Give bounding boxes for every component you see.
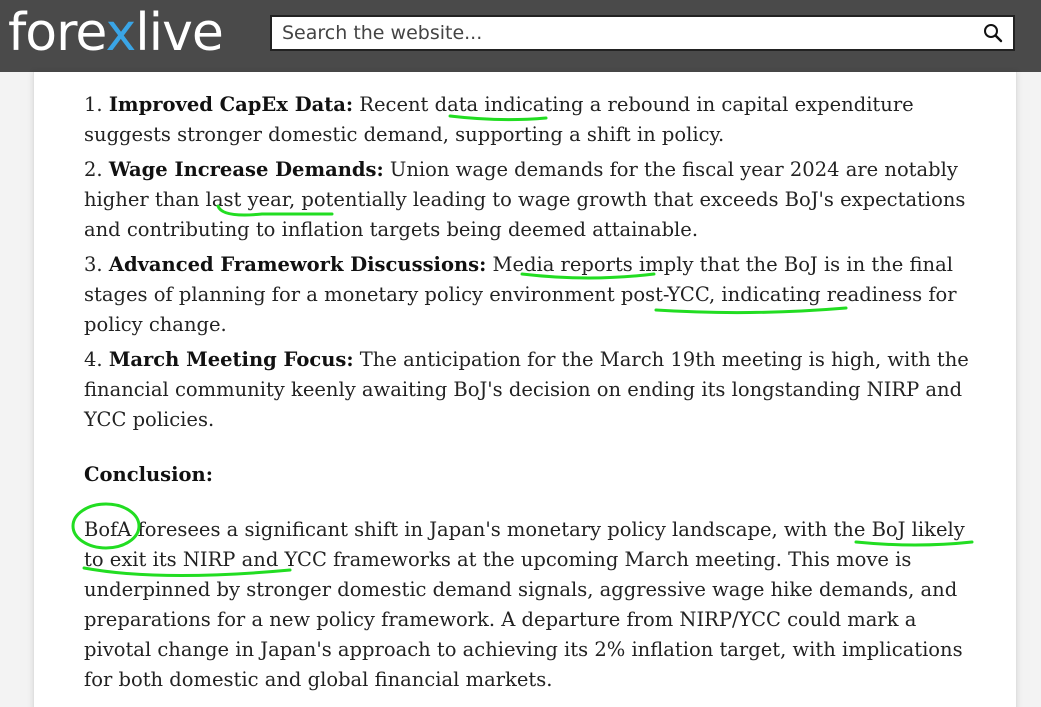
item-title: Advanced Framework Discussions:	[108, 253, 487, 276]
page-gutter-left	[0, 72, 33, 707]
site-header: forexlive	[0, 0, 1041, 72]
search-box[interactable]	[270, 15, 1015, 51]
item-title: Wage Increase Demands:	[108, 158, 384, 181]
logo-text-fore: fore	[8, 3, 106, 63]
list-item: 2. Wage Increase Demands: Union wage dem…	[84, 155, 989, 245]
list-item: 4. March Meeting Focus: The anticipation…	[84, 345, 989, 435]
article-card: 1. Improved CapEx Data: Recent data indi…	[33, 72, 1017, 707]
logo-text-live: live	[135, 3, 224, 63]
search-icon[interactable]	[983, 23, 1003, 43]
list-item: 1. Improved CapEx Data: Recent data indi…	[84, 90, 989, 150]
article-body: 1. Improved CapEx Data: Recent data indi…	[84, 90, 989, 700]
list-item: 3. Advanced Framework Discussions: Media…	[84, 250, 989, 340]
item-number: 2.	[84, 158, 109, 181]
forexlive-logo[interactable]: forexlive	[8, 2, 224, 64]
page-gutter-right	[1015, 72, 1041, 707]
item-number: 4.	[84, 348, 109, 371]
search-input[interactable]	[282, 17, 972, 49]
item-title: Improved CapEx Data:	[108, 93, 354, 116]
conclusion-paragraph: BofA foresees a significant shift in Jap…	[84, 518, 965, 691]
logo-text-x: x	[105, 3, 136, 63]
conclusion-heading: Conclusion:	[84, 460, 989, 490]
item-number: 3.	[84, 253, 109, 276]
item-number: 1.	[84, 93, 109, 116]
conclusion-heading-text: Conclusion:	[84, 463, 213, 486]
item-title: March Meeting Focus:	[108, 348, 354, 371]
